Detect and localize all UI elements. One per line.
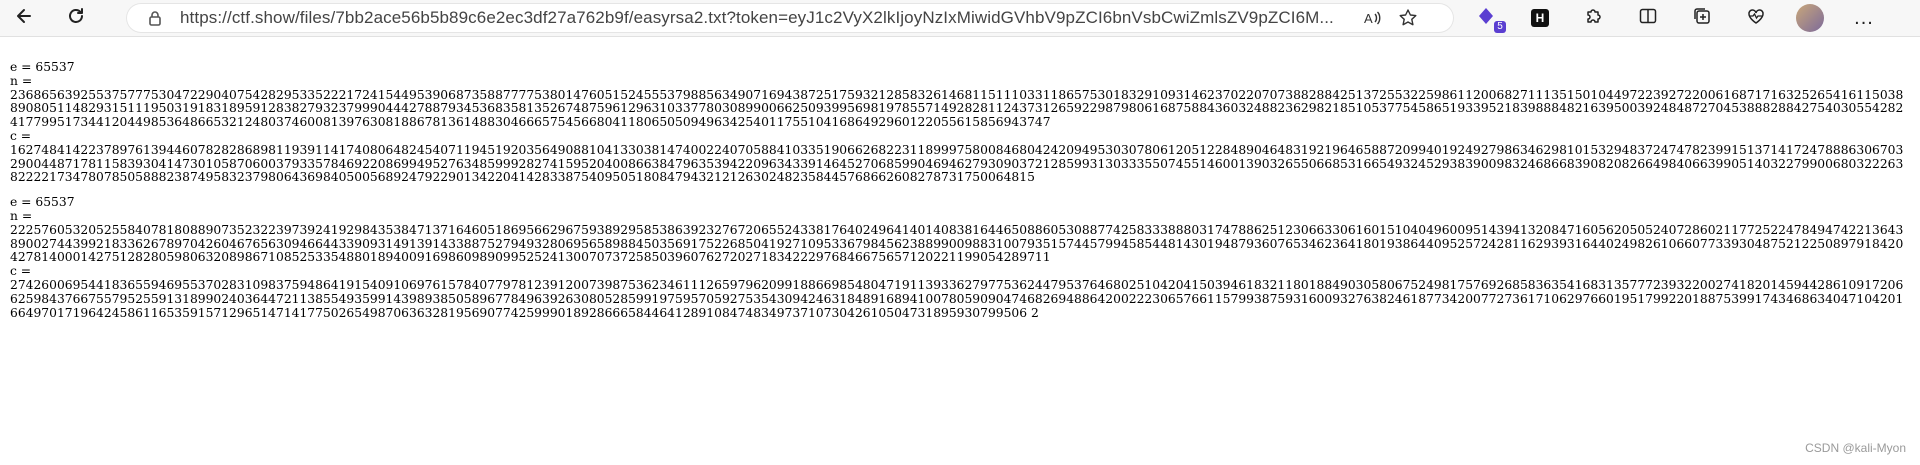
h-extension-icon: H xyxy=(1531,9,1549,27)
extension-purple-button[interactable]: 5 xyxy=(1470,2,1506,34)
browser-essentials-button[interactable] xyxy=(1740,2,1772,34)
rsa-block-2: e = 65537 n = 22257605320525584078180889… xyxy=(10,196,1915,320)
ciphertext-c: 1627484142237897613944607828286898119391… xyxy=(10,142,1904,185)
watermark: CSDN @kali-Myon xyxy=(1805,441,1906,455)
refresh-icon xyxy=(66,6,86,31)
url-text[interactable]: https://ctf.show/files/7bb2ace56b5b89c6e… xyxy=(180,8,1350,28)
rsa-block-1: e = 65537 n = 23686563925537577753047229… xyxy=(10,61,1915,185)
svg-text:A: A xyxy=(1364,11,1373,26)
exponent-e: e = 65537 xyxy=(10,196,75,210)
back-button[interactable] xyxy=(8,2,40,34)
exponent-e: e = 65537 xyxy=(10,61,75,74)
modulus-label: n = xyxy=(10,74,33,88)
more-icon: ... xyxy=(1854,6,1874,29)
back-arrow-icon xyxy=(14,6,34,31)
modulus-label: n = xyxy=(10,209,33,223)
purple-extension-icon xyxy=(1476,6,1496,31)
puzzle-icon xyxy=(1584,6,1604,31)
collections-button[interactable] xyxy=(1686,2,1718,34)
favorite-star-icon[interactable] xyxy=(1394,4,1422,32)
split-screen-button[interactable] xyxy=(1632,2,1664,34)
extensions-button[interactable] xyxy=(1578,2,1610,34)
modulus-n: 2368656392553757775304722904075428295335… xyxy=(10,87,1904,130)
modulus-n: 2225760532052558407818088907352322397392… xyxy=(10,222,1904,265)
extension-h-button[interactable]: H xyxy=(1524,2,1556,34)
read-aloud-icon[interactable]: A xyxy=(1358,4,1386,32)
heart-pulse-icon xyxy=(1746,6,1766,31)
settings-more-button[interactable]: ... xyxy=(1848,2,1880,34)
text-document: e = 65537 n = 23686563925537577753047229… xyxy=(10,61,1915,331)
lock-icon[interactable] xyxy=(146,9,164,27)
ciphertext-label: c = xyxy=(10,129,32,143)
extension-badge: 5 xyxy=(1494,21,1506,33)
ciphertext-label: c = xyxy=(10,265,32,279)
avatar xyxy=(1796,4,1824,32)
split-screen-icon xyxy=(1638,6,1658,31)
collections-icon xyxy=(1692,6,1712,31)
ciphertext-c: 2742600695441836559469553702831098375948… xyxy=(10,277,1904,320)
refresh-button[interactable] xyxy=(60,2,92,34)
toolbar-right: 5 H ... xyxy=(1470,2,1902,34)
address-bar[interactable]: https://ctf.show/files/7bb2ace56b5b89c6e… xyxy=(126,3,1454,33)
browser-toolbar: https://ctf.show/files/7bb2ace56b5b89c6e… xyxy=(0,0,1920,37)
profile-button[interactable] xyxy=(1794,2,1826,34)
